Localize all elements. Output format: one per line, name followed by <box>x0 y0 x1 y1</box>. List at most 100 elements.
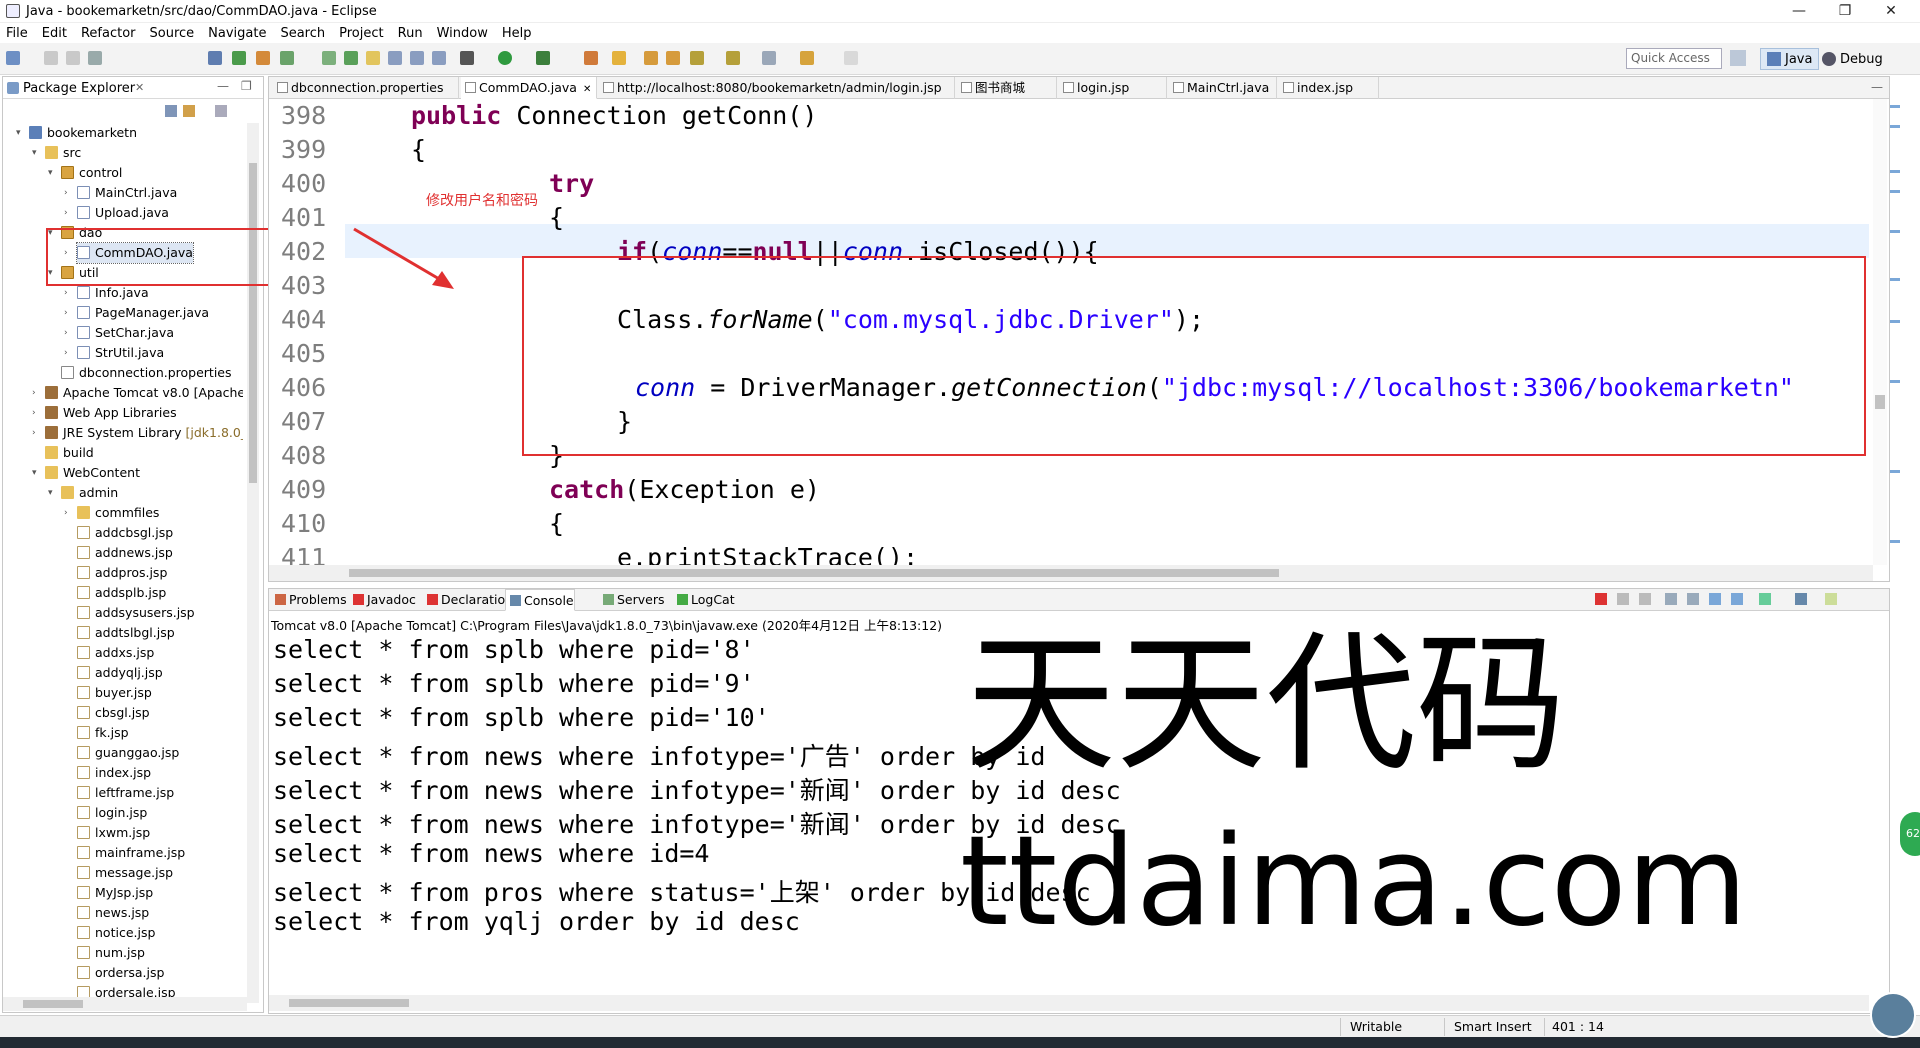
run-icon[interactable] <box>498 51 512 65</box>
tree-twisty-icon[interactable]: › <box>64 283 68 303</box>
package-explorer-title[interactable]: Package Explorer <box>23 81 135 96</box>
package-tree-hscroll[interactable] <box>3 997 247 1011</box>
avatar[interactable] <box>1870 992 1916 1038</box>
tree-item[interactable]: › commfiles <box>64 503 159 523</box>
editor-tab[interactable]: dbconnection.properties <box>273 77 459 99</box>
tree-item[interactable]: › Apache Tomcat v8.0 [Apache T <box>32 383 243 403</box>
editor-tab[interactable]: CommDAO.java ✕ <box>461 77 597 99</box>
tree-twisty-icon[interactable]: › <box>64 503 68 523</box>
console-hscroll[interactable] <box>269 995 1869 1011</box>
tree-item[interactable]: › Info.java <box>64 283 149 303</box>
tree-item[interactable]: › Upload.java <box>64 203 169 223</box>
editor-vscroll[interactable] <box>1873 99 1887 565</box>
editor-minimize-icon[interactable]: — <box>1871 77 1883 97</box>
build-icon[interactable] <box>256 51 270 65</box>
console-tab[interactable]: Problems <box>271 589 347 611</box>
tree-item[interactable]: dbconnection.properties <box>61 363 232 383</box>
task-icon[interactable] <box>280 51 294 65</box>
tree-item[interactable]: num.jsp <box>77 943 145 963</box>
tree-item[interactable]: ordersa.jsp <box>77 963 164 983</box>
overview-mark[interactable] <box>1890 380 1900 383</box>
editor-tab[interactable]: MainCtrl.java <box>1169 77 1277 99</box>
display-console-icon[interactable] <box>1795 593 1807 605</box>
close-button[interactable]: ✕ <box>1868 0 1914 23</box>
tree-item[interactable]: leftframe.jsp <box>77 783 174 803</box>
tree-item[interactable]: build <box>45 443 94 463</box>
scroll-lock-icon[interactable] <box>1687 593 1699 605</box>
tree-item[interactable]: fk.jsp <box>77 723 129 743</box>
menu-navigate[interactable]: Navigate <box>208 26 266 41</box>
tree-item[interactable]: › MainCtrl.java <box>64 183 177 203</box>
toggle-mark-icon[interactable] <box>388 51 402 65</box>
tree-twisty-icon[interactable]: ▾ <box>32 143 37 163</box>
tree-twisty-icon[interactable]: ▾ <box>16 123 21 143</box>
tree-twisty-icon[interactable]: ▾ <box>48 163 53 183</box>
overview-mark[interactable] <box>1890 170 1900 173</box>
tree-item[interactable]: ▾ admin <box>48 483 118 503</box>
remove-all-icon[interactable] <box>1639 593 1651 605</box>
overview-mark[interactable] <box>1890 105 1900 108</box>
new-package-icon[interactable] <box>344 51 358 65</box>
overview-mark[interactable] <box>1890 230 1900 233</box>
maximize-button[interactable]: ❐ <box>1822 0 1868 23</box>
tree-twisty-icon[interactable]: › <box>64 303 68 323</box>
tree-item[interactable]: addcbsgl.jsp <box>77 523 173 543</box>
overview-mark[interactable] <box>1890 470 1900 473</box>
new-icon[interactable] <box>6 51 20 65</box>
link-editor-icon[interactable] <box>183 105 195 117</box>
menu-run[interactable]: Run <box>398 26 423 41</box>
tree-twisty-icon[interactable]: › <box>64 203 68 223</box>
show-whitespace-icon[interactable] <box>432 51 446 65</box>
tree-twisty-icon[interactable]: › <box>32 403 36 423</box>
tree-item[interactable]: addxs.jsp <box>77 643 154 663</box>
remove-launch-icon[interactable] <box>1617 593 1629 605</box>
debug-tool-icon[interactable] <box>208 51 222 65</box>
tree-item[interactable]: ▾ WebContent <box>32 463 140 483</box>
console-tab[interactable]: LogCat <box>673 589 735 611</box>
block-select-icon[interactable] <box>410 51 424 65</box>
menu-edit[interactable]: Edit <box>42 26 67 41</box>
menu-file[interactable]: File <box>6 26 28 41</box>
editor-tab[interactable]: 图书商城 <box>957 77 1057 99</box>
tree-item[interactable]: guanggao.jsp <box>77 743 179 763</box>
server-icon[interactable] <box>232 51 246 65</box>
minimize-button[interactable]: — <box>1776 0 1822 23</box>
close-view-icon[interactable]: ✕ <box>135 81 144 94</box>
tree-item[interactable]: notice.jsp <box>77 923 155 943</box>
tree-item[interactable]: MyJsp.jsp <box>77 883 153 903</box>
overview-mark[interactable] <box>1890 278 1900 281</box>
tree-item[interactable]: ▾ control <box>48 163 122 183</box>
tree-item[interactable]: cbsgl.jsp <box>77 703 150 723</box>
new-java-icon[interactable] <box>322 51 336 65</box>
next-annotation-icon[interactable] <box>690 51 704 65</box>
tree-item[interactable]: addnews.jsp <box>77 543 173 563</box>
search-tool-icon[interactable] <box>666 51 680 65</box>
tree-item[interactable]: addtslbgl.jsp <box>77 623 175 643</box>
save-icon[interactable] <box>44 51 58 65</box>
tree-item[interactable]: lxwm.jsp <box>77 823 150 843</box>
tree-item[interactable]: ▾ src <box>32 143 81 163</box>
tree-twisty-icon[interactable]: › <box>64 323 68 343</box>
save-all-icon[interactable] <box>66 51 80 65</box>
console-tab[interactable]: Declaration <box>423 589 513 611</box>
tree-item[interactable]: addyqlj.jsp <box>77 663 163 683</box>
menu-refactor[interactable]: Refactor <box>81 26 136 41</box>
console-tab[interactable]: Servers <box>599 589 665 611</box>
clear-console-icon[interactable] <box>1665 593 1677 605</box>
overview-mark[interactable] <box>1890 125 1900 128</box>
forward-icon[interactable] <box>844 51 858 65</box>
tree-twisty-icon[interactable]: ▾ <box>32 463 37 483</box>
open-type-icon[interactable] <box>612 51 626 65</box>
tree-item[interactable]: › JRE System Library [jdk1.8.0_73 <box>32 423 243 443</box>
menu-source[interactable]: Source <box>150 26 195 41</box>
menu-window[interactable]: Window <box>437 26 488 41</box>
highlight-icon[interactable] <box>366 51 380 65</box>
collapse-all-icon[interactable] <box>165 105 177 117</box>
tree-item[interactable]: › PageManager.java <box>64 303 209 323</box>
open-perspective-icon[interactable] <box>1730 50 1746 66</box>
overview-mark[interactable] <box>1890 540 1900 543</box>
tree-item[interactable]: index.jsp <box>77 763 151 783</box>
console-tab[interactable]: Console <box>505 589 575 611</box>
editor-tab[interactable]: index.jsp <box>1279 77 1379 99</box>
tree-item[interactable]: › StrUtil.java <box>64 343 164 363</box>
